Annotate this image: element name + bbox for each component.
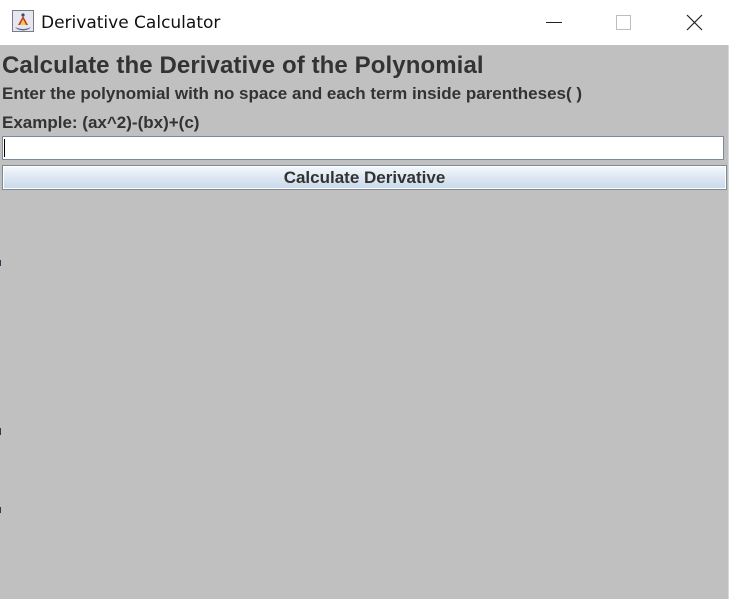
page-heading: Calculate the Derivative of the Polynomi… [2,52,484,79]
java-app-icon [12,10,34,32]
edge-artifact [0,507,1,513]
instruction-text: Enter the polynomial with no space and e… [2,84,583,103]
edge-artifact [0,428,1,435]
polynomial-input[interactable] [2,136,724,160]
title-bar[interactable]: Derivative Calculator [0,0,729,44]
text-caret [4,139,5,157]
maximize-button[interactable] [600,0,646,44]
minimize-icon [546,22,562,23]
edge-artifact [0,260,1,266]
app-window: Derivative Calculator Calculate the Deri… [0,0,729,599]
close-button[interactable] [671,0,717,44]
window-title: Derivative Calculator [41,13,221,33]
minimize-button[interactable] [532,0,578,44]
example-text: Example: (ax^2)-(bx)+(c) [2,113,200,132]
calculate-derivative-button[interactable]: Calculate Derivative [2,165,727,190]
content-panel: Calculate the Derivative of the Polynomi… [0,45,729,599]
close-icon [686,14,703,31]
maximize-icon [616,15,631,30]
